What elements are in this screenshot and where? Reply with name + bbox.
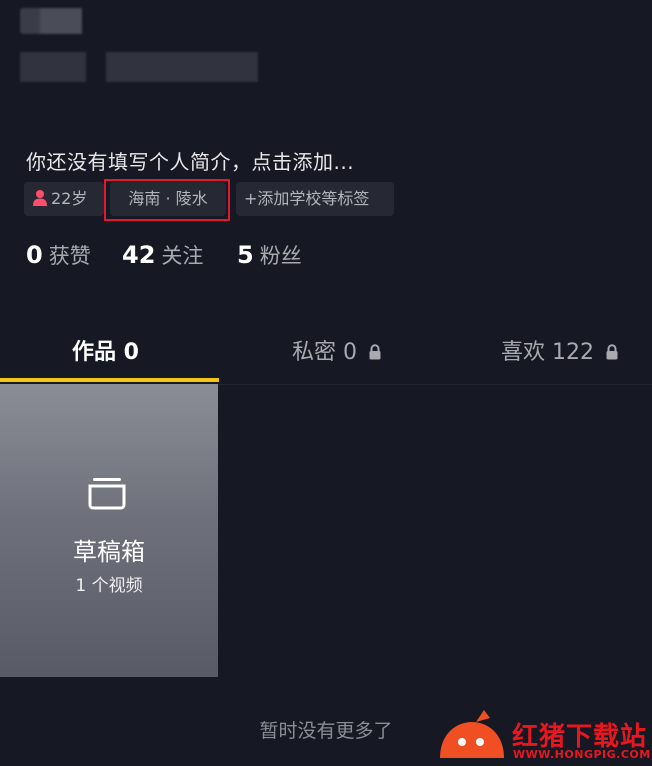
age-tag[interactable]: 22岁 (24, 182, 104, 216)
tab-liked-label: 喜欢 122 (501, 340, 594, 365)
blurred-nickname (20, 8, 82, 34)
stat-followers[interactable]: 5 粉丝 (237, 240, 302, 270)
stat-likes[interactable]: 0 获赞 (26, 240, 91, 270)
location-highlight-box (104, 179, 230, 221)
drafts-title: 草稿箱 (73, 538, 145, 566)
stat-followers-value: 5 (237, 241, 254, 269)
drafts-count: 1 个视频 (75, 576, 143, 596)
tab-works[interactable]: 作品 0 (72, 334, 139, 366)
stat-following-value: 42 (122, 241, 156, 269)
stat-likes-label: 获赞 (48, 244, 91, 268)
age-tag-label: 22岁 (51, 189, 88, 208)
watermark-url: WWW.HONGPIG.COM (513, 748, 651, 761)
stat-likes-value: 0 (26, 241, 43, 269)
add-tag-button[interactable]: +添加学校等标签 (236, 182, 394, 216)
add-tag-label: +添加学校等标签 (244, 189, 370, 208)
blurred-id-prefix (20, 52, 86, 82)
lock-icon (369, 344, 381, 360)
tab-private-label: 私密 0 (292, 340, 357, 365)
stat-followers-label: 粉丝 (259, 244, 302, 268)
blurred-id (106, 52, 258, 82)
stat-following[interactable]: 42 关注 (122, 240, 203, 270)
profile-bio[interactable]: 你还没有填写个人简介，点击添加... (26, 146, 354, 175)
active-tab-indicator (0, 378, 219, 382)
drafts-box-icon (88, 478, 126, 510)
tab-works-label: 作品 0 (72, 340, 139, 365)
person-icon (33, 190, 47, 206)
lock-icon (606, 344, 618, 360)
tab-private[interactable]: 私密 0 (292, 334, 382, 366)
drafts-tile[interactable] (0, 384, 218, 677)
stat-following-label: 关注 (161, 244, 204, 268)
tab-liked[interactable]: 喜欢 122 (501, 334, 619, 366)
